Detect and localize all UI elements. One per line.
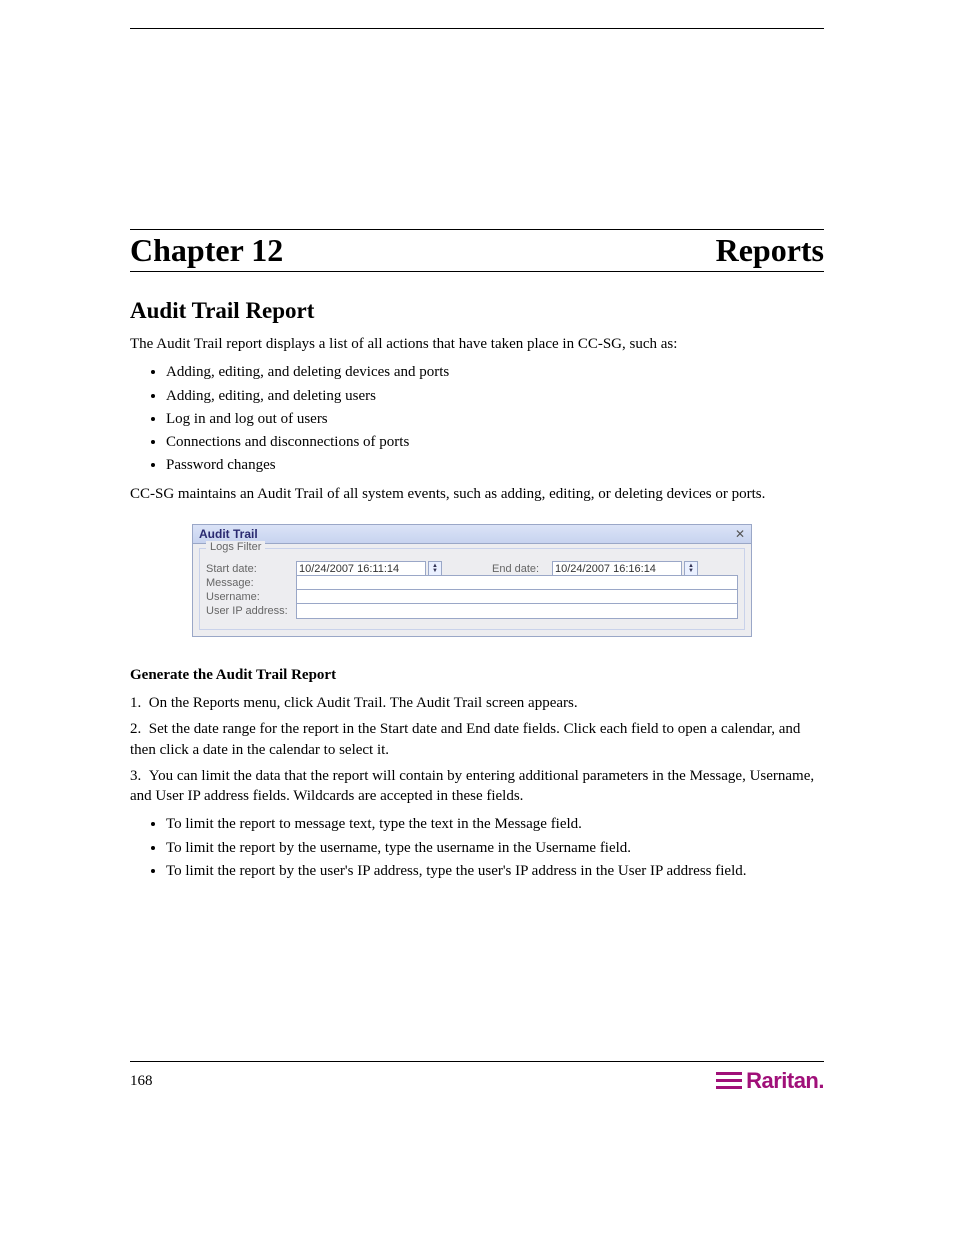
param-bullets: To limit the report to message text, typ…	[166, 814, 824, 881]
chapter-number: Chapter 12	[130, 232, 283, 269]
chapter-bar: Chapter 12 Reports	[130, 229, 824, 272]
panel-titlebar: Audit Trail ✕	[193, 525, 751, 544]
username-label: Username:	[206, 591, 292, 603]
step-3: 3. You can limit the data that the repor…	[130, 766, 824, 807]
intro-bullets: Adding, editing, and deleting devices an…	[166, 362, 824, 475]
step-1: 1. On the Reports menu, click Audit Trai…	[130, 693, 824, 713]
fieldset-legend: Logs Filter	[206, 541, 265, 553]
bullet-item: Adding, editing, and deleting devices an…	[166, 362, 824, 382]
bullet-item: To limit the report to message text, typ…	[166, 814, 824, 834]
bullet-item: Password changes	[166, 455, 824, 475]
step-2: 2. Set the date range for the report in …	[130, 719, 824, 760]
bullet-item: Connections and disconnections of ports	[166, 432, 824, 452]
page-number: 168	[130, 1073, 153, 1090]
raritan-logo: Raritan.	[716, 1068, 824, 1094]
section-title: Audit Trail Report	[130, 298, 824, 324]
bullet-item: To limit the report by the username, typ…	[166, 838, 824, 858]
chapter-title: Reports	[716, 232, 824, 269]
bullet-item: To limit the report by the user's IP add…	[166, 861, 824, 881]
audit-trail-panel: Audit Trail ✕ Logs Filter Start date: ▲▼…	[192, 524, 752, 637]
ip-row: User IP address:	[206, 603, 738, 619]
start-date-label: Start date:	[206, 563, 292, 575]
page-footer: 168 Raritan.	[130, 1061, 824, 1094]
ip-input[interactable]	[296, 603, 738, 619]
bullet-item: Adding, editing, and deleting users	[166, 386, 824, 406]
bullet-item: Log in and log out of users	[166, 409, 824, 429]
close-icon[interactable]: ✕	[735, 527, 745, 541]
intro-para-1: The Audit Trail report displays a list o…	[130, 334, 824, 354]
intro-para-2: CC-SG maintains an Audit Trail of all sy…	[130, 484, 824, 504]
panel-title: Audit Trail	[199, 527, 258, 541]
ip-label: User IP address:	[206, 605, 292, 617]
subheading: Generate the Audit Trail Report	[130, 665, 824, 685]
raritan-glyph-icon	[716, 1072, 742, 1090]
end-date-label: End date:	[492, 563, 548, 575]
steps-list: 1. On the Reports menu, click Audit Trai…	[130, 693, 824, 806]
message-label: Message:	[206, 577, 292, 589]
logs-filter-fieldset: Logs Filter Start date: ▲▼ End date: ▲▼ …	[199, 548, 745, 630]
